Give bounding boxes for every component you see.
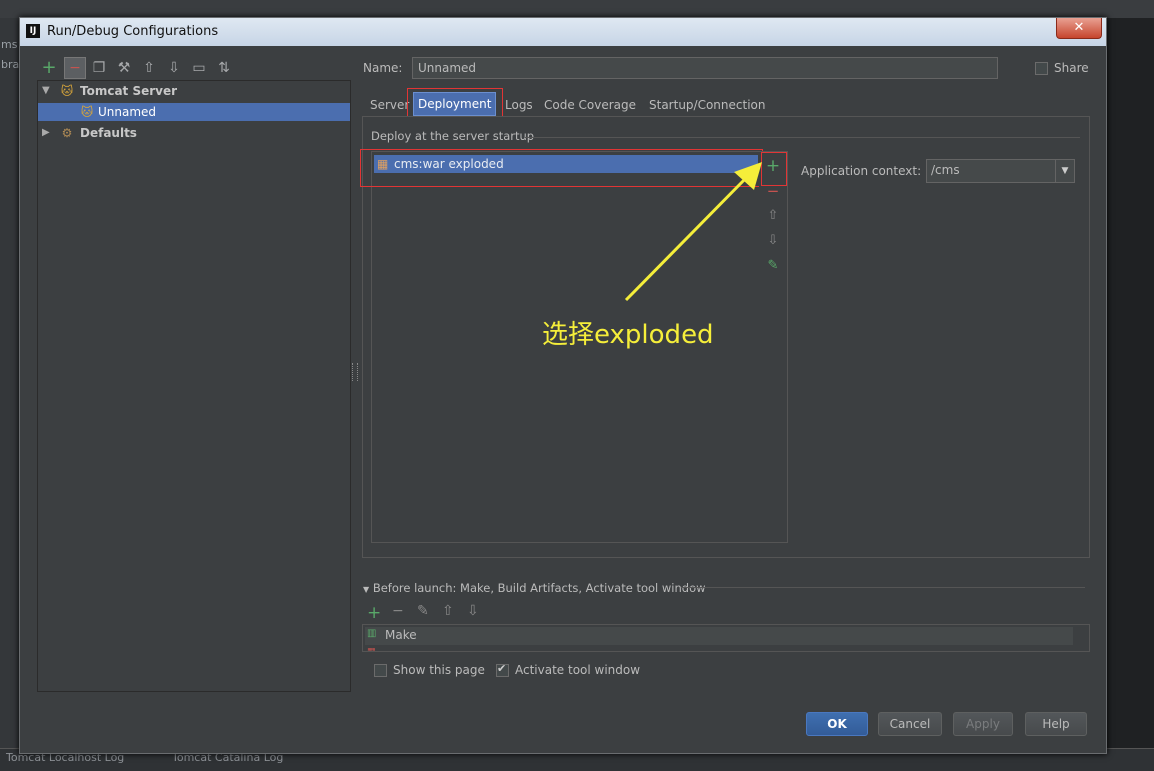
group-separator xyxy=(525,137,1080,138)
edit-task-icon[interactable]: ✎ xyxy=(417,603,429,619)
tree-node-unnamed[interactable]: 🐱 Unnamed xyxy=(38,103,350,121)
group-separator xyxy=(681,587,1085,588)
collapse-arrow-icon[interactable]: ▼ xyxy=(363,585,369,594)
before-launch-header[interactable]: ▼ Before launch: Make, Build Artifacts, … xyxy=(363,581,706,595)
close-button[interactable]: ✕ xyxy=(1056,18,1102,39)
tomcat-icon: 🐱 xyxy=(60,84,74,98)
dropdown-arrow-icon[interactable]: ▼ xyxy=(1055,160,1074,182)
add-task-icon[interactable]: + xyxy=(367,603,381,623)
help-button[interactable]: Help xyxy=(1025,712,1087,736)
before-launch-list: ▥ Make ▦ xyxy=(362,624,1090,652)
tab-code-coverage[interactable]: Code Coverage xyxy=(540,94,640,116)
background-fragment: bra xyxy=(1,58,20,71)
annotation-arrow xyxy=(624,162,762,302)
tree-node-defaults[interactable]: ▶ ⚙ Defaults xyxy=(38,124,350,142)
before-launch-title: Before launch: Make, Build Artifacts, Ac… xyxy=(372,581,706,595)
run-debug-dialog: IJ Run/Debug Configurations ✕ + − ❐ ⚒ ⇧ … xyxy=(19,17,1107,754)
move-down-icon[interactable]: ⇩ xyxy=(467,603,479,619)
remove-icon[interactable]: − xyxy=(64,57,86,79)
share-label: Share xyxy=(1054,61,1089,75)
configuration-tree: ▼ 🐱 Tomcat Server 🐱 Unnamed ▶ ⚙ Defaults xyxy=(37,80,351,692)
annotation-text: 选择exploded xyxy=(542,320,714,350)
tab-startup-connection[interactable]: Startup/Connection xyxy=(645,94,769,116)
background-fragment: ms xyxy=(1,38,18,51)
tab-logs[interactable]: Logs xyxy=(501,94,537,116)
edit-defaults-icon[interactable]: ⚒ xyxy=(114,58,134,78)
dialog-title: Run/Debug Configurations xyxy=(47,24,219,39)
background-ide-editor xyxy=(1106,18,1154,748)
tree-node-label: Defaults xyxy=(80,126,137,140)
copy-icon[interactable]: ❐ xyxy=(89,58,109,78)
cancel-button[interactable]: Cancel xyxy=(878,712,942,736)
name-field[interactable]: Unnamed xyxy=(412,57,998,79)
background-ide-side-panel: ms bra xyxy=(0,18,20,748)
ok-button[interactable]: OK xyxy=(806,712,868,736)
add-icon[interactable]: + xyxy=(39,58,59,78)
list-item[interactable]: ▥ Make xyxy=(365,627,1073,645)
tree-node-label: Unnamed xyxy=(98,105,157,119)
panel-splitter[interactable] xyxy=(352,363,358,381)
tree-node-label: Tomcat Server xyxy=(80,84,178,98)
activate-tool-window-checkbox[interactable] xyxy=(496,662,509,677)
move-down-icon[interactable]: ⇩ xyxy=(164,58,184,78)
defaults-wrench-icon: ⚙ xyxy=(61,126,73,140)
deploy-group-title: Deploy at the server startup xyxy=(371,129,535,143)
sort-icon[interactable]: ⇅ xyxy=(214,58,234,78)
show-page-label: Show this page xyxy=(393,663,485,677)
move-up-icon[interactable]: ⇧ xyxy=(139,58,159,78)
folder-icon[interactable]: ▭ xyxy=(189,58,209,78)
artifact-icon: ▦ xyxy=(367,647,376,652)
combo-value: /cms xyxy=(931,163,960,177)
expanded-arrow-icon[interactable]: ▼ xyxy=(42,82,50,100)
name-label: Name: xyxy=(363,61,403,75)
move-up-icon[interactable]: ⇧ xyxy=(442,603,454,619)
tomcat-icon: 🐱 xyxy=(80,105,94,119)
tree-node-tomcat-server[interactable]: ▼ 🐱 Tomcat Server xyxy=(38,82,350,100)
share-checkbox[interactable] xyxy=(1035,62,1048,75)
make-icon: ▥ xyxy=(367,628,377,639)
application-context-combo[interactable]: /cms ▼ xyxy=(926,159,1075,183)
collapsed-arrow-icon[interactable]: ▶ xyxy=(42,124,50,142)
remove-task-icon[interactable]: − xyxy=(392,603,404,619)
background-ide-toolbar xyxy=(0,0,1154,18)
activate-tool-window-label: Activate tool window xyxy=(515,663,641,677)
intellij-app-icon: IJ xyxy=(26,24,40,38)
apply-button[interactable]: Apply xyxy=(953,712,1013,736)
task-label: Make xyxy=(385,628,417,642)
application-context-label: Application context: xyxy=(801,164,922,178)
dialog-titlebar[interactable]: IJ Run/Debug Configurations ✕ xyxy=(20,18,1106,46)
show-page-checkbox[interactable] xyxy=(374,664,387,677)
